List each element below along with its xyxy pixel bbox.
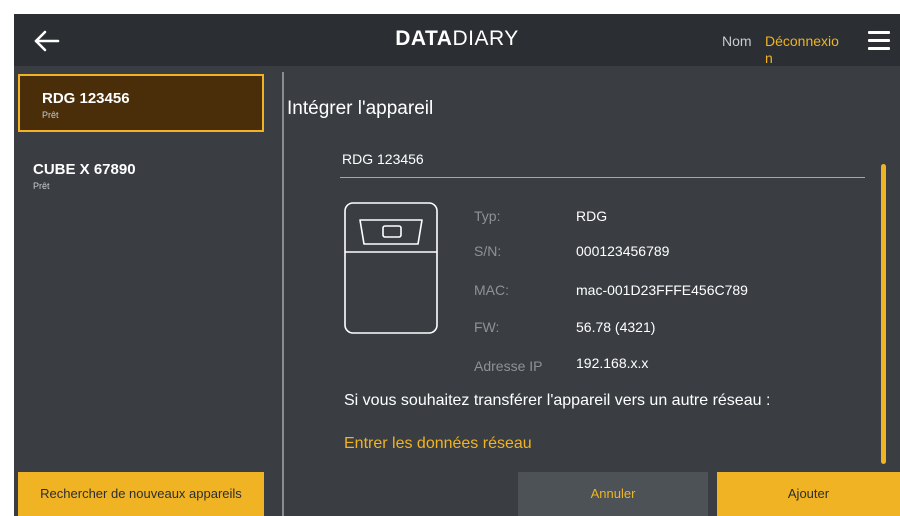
hamburger-menu-icon[interactable] bbox=[868, 31, 890, 51]
cancel-button[interactable]: Annuler bbox=[518, 472, 708, 516]
mac-label: MAC: bbox=[474, 282, 509, 298]
serial-value: 000123456789 bbox=[576, 243, 670, 259]
device-outline-icon bbox=[344, 202, 438, 334]
device-name: CUBE X 67890 bbox=[33, 161, 136, 178]
type-value: RDG bbox=[576, 208, 608, 224]
firmware-label: FW: bbox=[474, 319, 500, 335]
device-name-field[interactable]: RDG 123456 bbox=[342, 151, 424, 167]
panel-divider bbox=[282, 72, 284, 516]
scrollbar[interactable] bbox=[881, 164, 886, 464]
device-status: Prêt bbox=[33, 181, 50, 191]
device-list-item[interactable]: CUBE X 67890 Prêt bbox=[19, 148, 263, 200]
brand-logo-bold: DATA bbox=[395, 27, 453, 50]
device-status: Prêt bbox=[42, 110, 59, 120]
serial-label: S/N: bbox=[474, 243, 502, 259]
ip-value: 192.168.x.x bbox=[576, 355, 649, 371]
firmware-value: 56.78 (4321) bbox=[576, 319, 656, 335]
device-name: RDG 123456 bbox=[42, 90, 130, 107]
transfer-instructions: Si vous souhaitez transférer l'appareil … bbox=[344, 392, 771, 409]
device-sidebar: RDG 123456 Prêt CUBE X 67890 Prêt Recher… bbox=[14, 66, 282, 516]
enter-network-data-link[interactable]: Entrer les données réseau bbox=[344, 435, 532, 453]
user-name: Nom bbox=[722, 33, 752, 49]
logout-link[interactable]: Déconnexion bbox=[765, 33, 845, 67]
device-list-item-selected[interactable]: RDG 123456 Prêt bbox=[18, 74, 264, 132]
page-title: Intégrer l'appareil bbox=[287, 98, 434, 119]
field-underline bbox=[340, 177, 865, 178]
search-new-devices-button[interactable]: Rechercher de nouveaux appareils bbox=[18, 472, 264, 516]
app-window: DATADIARY Nom Déconnexion RDG 123456 Prê… bbox=[14, 14, 900, 516]
ip-label: Adresse IP bbox=[474, 358, 543, 374]
brand-logo-light: DIARY bbox=[452, 27, 519, 50]
add-button[interactable]: Ajouter bbox=[717, 472, 900, 516]
top-bar: DATADIARY Nom Déconnexion bbox=[14, 14, 900, 66]
mac-value: mac-001D23FFFE456C789 bbox=[576, 282, 748, 298]
type-label: Typ: bbox=[474, 208, 501, 224]
